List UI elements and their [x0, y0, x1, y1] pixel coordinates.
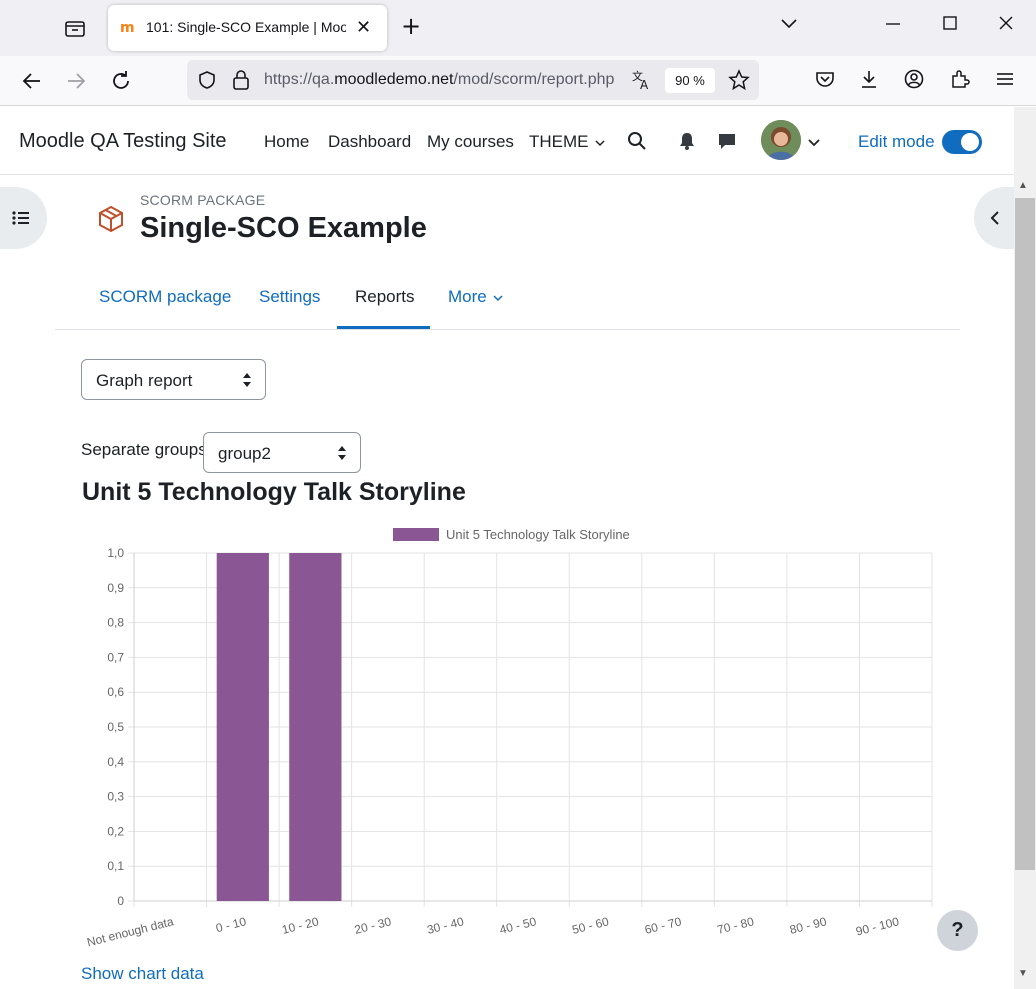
forward-icon[interactable] — [63, 68, 89, 94]
y-tick-label: 0,2 — [107, 824, 124, 838]
groups-label: Separate groups — [81, 440, 207, 459]
y-tick-label: 0,8 — [107, 616, 124, 630]
x-tick-label: 80 - 90 — [788, 914, 828, 937]
select-caret-icon — [243, 373, 251, 387]
show-chart-data-link[interactable]: Show chart data — [81, 964, 204, 984]
moodle-favicon-icon: m — [120, 20, 135, 36]
y-tick-label: 0,1 — [107, 859, 124, 873]
tab-scorm-package[interactable]: SCORM package — [99, 287, 231, 307]
secondary-navigation: SCORM package Settings Reports More — [55, 270, 960, 330]
y-tick-label: 0,7 — [107, 650, 124, 664]
tab-more[interactable]: More — [448, 287, 503, 307]
chart-bar — [216, 553, 269, 901]
edit-mode-label: Edit mode — [858, 132, 935, 151]
x-tick-label: 60 - 70 — [643, 914, 683, 937]
list-icon — [12, 211, 29, 225]
reload-icon[interactable] — [108, 68, 134, 94]
active-tab-indicator — [337, 326, 430, 329]
tab-reports[interactable]: Reports — [355, 287, 415, 307]
list-all-tabs-icon[interactable] — [780, 14, 798, 37]
account-icon[interactable] — [903, 68, 929, 94]
scrollbar-thumb[interactable] — [1015, 198, 1035, 870]
messages-icon[interactable] — [717, 131, 737, 156]
y-tick-label: 0,6 — [107, 685, 124, 699]
new-tab-icon[interactable]: + — [401, 12, 421, 40]
x-tick-label: 90 - 100 — [854, 914, 900, 938]
y-tick-label: 0 — [117, 894, 124, 908]
x-tick-label: 20 - 30 — [353, 914, 393, 937]
lock-icon[interactable] — [231, 69, 251, 96]
x-tick-label: Not enough data — [85, 914, 175, 949]
close-window-icon[interactable] — [997, 14, 1015, 37]
nav-home[interactable]: Home — [264, 132, 309, 152]
x-tick-label: 40 - 50 — [498, 914, 538, 937]
y-tick-label: 1,0 — [107, 546, 124, 560]
browser-navigation-bar: https://qa.moodledemo.net/mod/scorm/repo… — [0, 56, 1036, 106]
report-type-select[interactable]: Graph report — [81, 359, 266, 400]
x-tick-label: 30 - 40 — [426, 914, 466, 937]
translate-icon[interactable]: 文A — [631, 69, 653, 96]
page-title: Single-SCO Example — [140, 212, 427, 244]
browser-tab-bar: m 101: Single-SCO Example | Moodle QA Te… — [0, 0, 1036, 56]
scorm-package-icon — [96, 204, 126, 234]
search-icon[interactable] — [627, 131, 647, 156]
y-tick-label: 0,3 — [107, 790, 124, 804]
minimize-window-icon[interactable] — [884, 14, 902, 37]
select-caret-icon — [338, 446, 346, 460]
edit-mode-toggle[interactable] — [942, 130, 982, 154]
chevron-left-icon — [990, 211, 999, 225]
browser-tab-active[interactable]: m 101: Single-SCO Example | Moodle QA Te… — [108, 5, 387, 51]
downloads-icon[interactable] — [858, 68, 884, 94]
tab-settings[interactable]: Settings — [259, 287, 320, 307]
tab-more-label: More — [448, 287, 487, 306]
x-tick-label: 10 - 20 — [280, 914, 320, 937]
block-drawer-toggle[interactable] — [974, 187, 1014, 249]
moodle-header: Moodle QA Testing Site Home Dashboard My… — [0, 107, 1014, 175]
legend-swatch — [393, 528, 439, 541]
help-button[interactable]: ? — [937, 910, 978, 951]
bookmark-star-icon[interactable] — [728, 69, 750, 96]
report-type-select-value: Graph report — [96, 371, 193, 390]
nav-theme-label: THEME — [529, 132, 589, 151]
chevron-down-icon — [493, 294, 503, 301]
activity-type-kicker: SCORM PACKAGE — [140, 192, 266, 208]
site-name[interactable]: Moodle QA Testing Site — [19, 130, 227, 153]
y-tick-label: 0,5 — [107, 720, 124, 734]
tab-list-icon[interactable] — [62, 16, 88, 40]
nav-theme[interactable]: THEME — [529, 132, 605, 152]
svg-text:A: A — [640, 78, 649, 91]
url-text[interactable]: https://qa.moodledemo.net/mod/scorm/repo… — [264, 71, 622, 89]
y-tick-label: 0,9 — [107, 581, 124, 595]
zoom-level-button[interactable]: 90 % — [665, 68, 715, 93]
scroll-up-icon[interactable]: ▲ — [1018, 180, 1028, 191]
chevron-down-icon — [595, 139, 605, 146]
user-avatar[interactable] — [761, 120, 801, 160]
maximize-window-icon[interactable] — [941, 14, 959, 37]
shield-icon[interactable] — [197, 70, 217, 95]
scroll-down-icon[interactable]: ▼ — [1018, 968, 1028, 979]
groups-select[interactable]: group2 — [203, 432, 361, 473]
chart-bar — [289, 553, 342, 901]
back-icon[interactable] — [19, 68, 45, 94]
nav-my-courses[interactable]: My courses — [427, 132, 514, 152]
close-tab-icon[interactable]: ✕ — [356, 17, 371, 38]
chart-heading: Unit 5 Technology Talk Storyline — [82, 478, 466, 506]
legend-label: Unit 5 Technology Talk Storyline — [446, 527, 630, 542]
url-bar[interactable]: https://qa.moodledemo.net/mod/scorm/repo… — [187, 60, 759, 100]
pocket-icon[interactable] — [814, 68, 840, 94]
groups-select-value: group2 — [218, 444, 271, 463]
app-menu-icon[interactable] — [994, 68, 1020, 94]
x-tick-label: 70 - 80 — [716, 914, 756, 937]
extensions-icon[interactable] — [949, 68, 975, 94]
y-tick-label: 0,4 — [107, 755, 124, 769]
user-menu-chevron-down-icon[interactable] — [808, 135, 820, 153]
notifications-bell-icon[interactable] — [678, 131, 696, 156]
x-tick-label: 50 - 60 — [571, 914, 611, 937]
course-index-drawer-toggle[interactable] — [0, 187, 47, 249]
nav-dashboard[interactable]: Dashboard — [328, 132, 411, 152]
x-tick-label: 0 - 10 — [214, 914, 247, 935]
browser-tab-title: 101: Single-SCO Example | Moodle QA Test… — [146, 19, 346, 35]
scorm-graph-chart: 0 0,1 0,2 0,3 0,4 0,5 0,6 0,7 0,8 0,9 1,0 Not enoug… — [85, 527, 933, 949]
